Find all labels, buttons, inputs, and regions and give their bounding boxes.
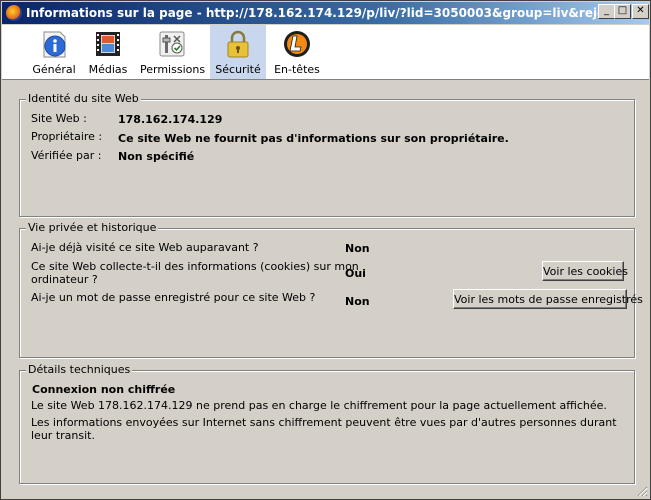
password-answer: Non bbox=[345, 295, 370, 308]
film-icon bbox=[96, 32, 120, 56]
identity-group: Identité du site Web Site Web : 178.162.… bbox=[19, 92, 635, 217]
site-label: Site Web : bbox=[31, 112, 87, 125]
firefox-icon bbox=[6, 5, 22, 21]
close-icon: ✕ bbox=[636, 5, 645, 16]
info-icon bbox=[43, 31, 66, 58]
window-title: Informations sur la page - http://178.16… bbox=[26, 6, 611, 20]
permissions-icon bbox=[159, 31, 185, 57]
tab-security[interactable]: Sécurité bbox=[210, 25, 266, 79]
password-question: Ai-je un mot de passe enregistré pour ce… bbox=[31, 291, 316, 304]
cookies-answer: Oui bbox=[345, 267, 366, 280]
tab-general[interactable]: Général bbox=[30, 25, 78, 79]
tab-toolbar: Général Médias Permissions Sécurité En-t… bbox=[2, 25, 649, 80]
technical-line-1: Le site Web 178.162.174.129 ne prend pas… bbox=[31, 399, 607, 412]
tab-permissions[interactable]: Permissions bbox=[140, 25, 206, 79]
minimize-button[interactable]: _ bbox=[598, 4, 615, 19]
owner-value: Ce site Web ne fournit pas d'information… bbox=[118, 132, 509, 145]
title-bar[interactable]: Informations sur la page - http://178.16… bbox=[2, 2, 649, 24]
tab-headers[interactable]: En-têtes bbox=[272, 25, 322, 79]
verified-label: Vérifiée par : bbox=[31, 149, 102, 162]
view-cookies-button[interactable]: Voir les cookies bbox=[542, 261, 628, 281]
tab-security-label: Sécurité bbox=[215, 63, 261, 76]
resize-grip-icon[interactable] bbox=[636, 485, 648, 497]
cookies-question-line1: Ce site Web collecte-t-il des informatio… bbox=[31, 260, 359, 273]
privacy-group-title: Vie privée et historique bbox=[26, 221, 159, 234]
owner-label: Propriétaire : bbox=[31, 130, 103, 143]
page-info-window: Informations sur la page - http://178.16… bbox=[0, 0, 651, 500]
identity-group-title: Identité du site Web bbox=[26, 92, 141, 105]
technical-group: Détails techniques Connexion non chiffré… bbox=[19, 363, 635, 484]
tab-general-label: Général bbox=[32, 63, 76, 76]
verified-value: Non spécifié bbox=[118, 150, 195, 163]
view-passwords-button[interactable]: Voir les mots de passe enregistrés bbox=[453, 289, 643, 309]
tab-media-label: Médias bbox=[88, 63, 128, 76]
close-button[interactable]: ✕ bbox=[632, 4, 649, 19]
site-value: 178.162.174.129 bbox=[118, 113, 223, 126]
cookies-question-line2: ordinateur ? bbox=[31, 273, 98, 286]
maximize-icon: □ bbox=[617, 5, 628, 16]
privacy-group: Vie privée et historique Ai-je déjà visi… bbox=[19, 221, 643, 358]
technical-group-title: Détails techniques bbox=[26, 363, 133, 376]
connection-heading: Connexion non chiffrée bbox=[32, 383, 176, 396]
maximize-button[interactable]: □ bbox=[614, 4, 631, 19]
tab-media[interactable]: Médias bbox=[86, 25, 130, 79]
visited-answer: Non bbox=[345, 242, 370, 255]
visited-question: Ai-je déjà visité ce site Web auparavant… bbox=[31, 241, 259, 254]
headers-icon bbox=[284, 31, 310, 57]
tab-permissions-label: Permissions bbox=[140, 63, 206, 76]
padlock-icon bbox=[227, 30, 249, 58]
minimize-icon: _ bbox=[604, 5, 609, 16]
tab-headers-label: En-têtes bbox=[274, 63, 320, 76]
technical-line-2: Les informations envoyées sur Internet s… bbox=[31, 416, 617, 442]
